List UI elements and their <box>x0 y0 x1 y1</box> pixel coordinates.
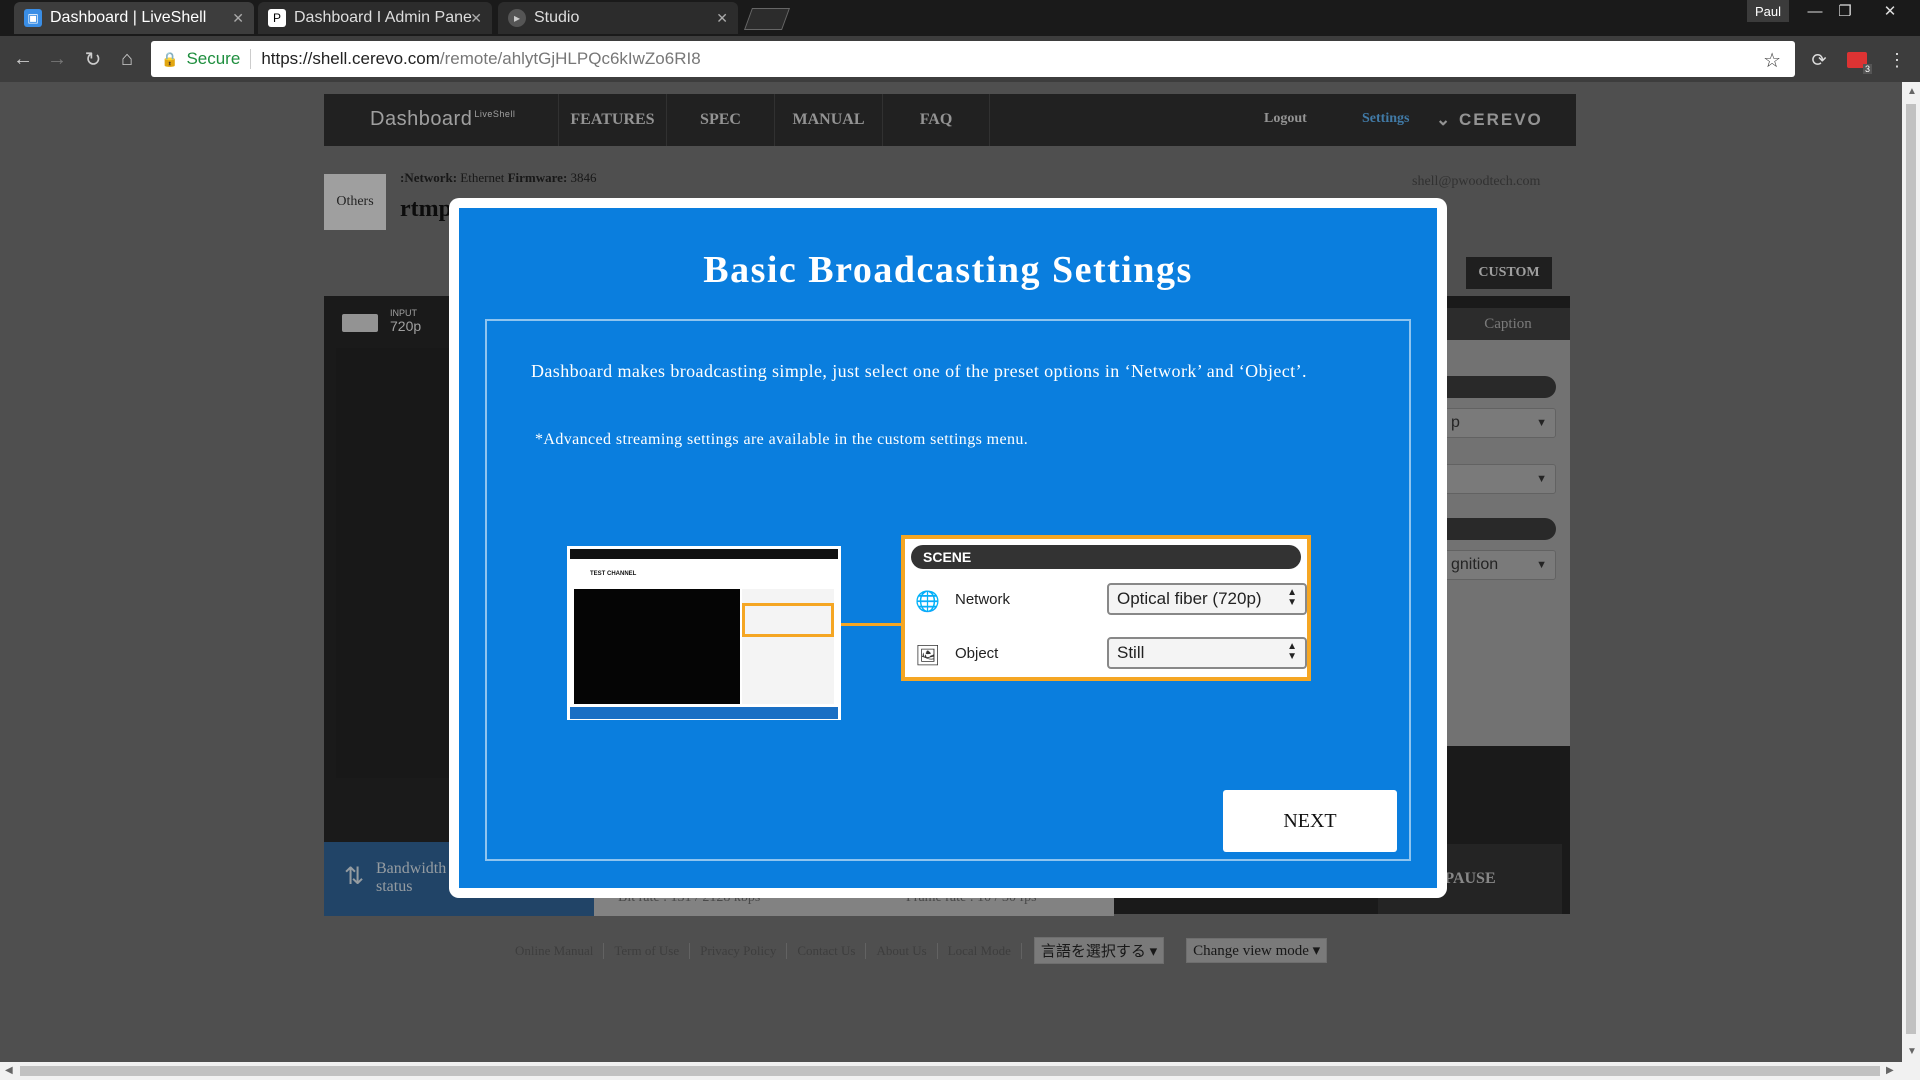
close-tab-icon[interactable]: ✕ <box>716 10 728 27</box>
minimize-icon[interactable]: — <box>1800 0 1830 22</box>
tab-title: Dashboard I Admin Pane <box>294 9 472 26</box>
tab-studio[interactable]: ▸ Studio ✕ <box>498 2 738 34</box>
scroll-up-icon[interactable]: ▲ <box>1907 86 1917 97</box>
modal-description: Dashboard makes broadcasting simple, jus… <box>531 361 1307 381</box>
address-bar[interactable]: 🔒 Secure https://shell.cerevo.com /remot… <box>151 41 1795 77</box>
updown-caret-icon: ▲ ▼ <box>1287 587 1297 608</box>
scroll-right-icon[interactable]: ▶ <box>1886 1065 1894 1076</box>
tab-title: Studio <box>534 9 580 26</box>
globe-icon: 🌐 <box>915 591 940 613</box>
scene-header: SCENE <box>911 545 1301 569</box>
next-button[interactable]: NEXT <box>1223 790 1397 852</box>
liveshell-favicon-icon: ▣ <box>24 9 42 27</box>
back-icon[interactable]: ← <box>10 46 36 72</box>
extension-badge: 3 <box>1862 64 1872 74</box>
new-tab-button[interactable] <box>743 8 791 30</box>
object-row: 🖼 Object Still ▲ ▼ <box>915 637 1307 671</box>
scene-callout: SCENE 🌐 Network Optical fiber (720p) ▲ ▼ … <box>901 535 1311 681</box>
thumb-video <box>574 589 740 704</box>
network-preset-select: Optical fiber (720p) ▲ ▼ <box>1107 583 1307 615</box>
modal-content-frame: Dashboard makes broadcasting simple, jus… <box>485 319 1411 861</box>
bookmark-star-icon[interactable]: ☆ <box>1763 48 1781 73</box>
tab-dashboard-liveshell[interactable]: ▣ Dashboard | LiveShell ✕ <box>14 2 254 34</box>
close-tab-icon[interactable]: ✕ <box>232 10 244 27</box>
lock-icon: 🔒 <box>161 50 179 67</box>
reload-icon[interactable]: ↻ <box>80 46 106 72</box>
network-row: 🌐 Network Optical fiber (720p) ▲ ▼ <box>915 583 1307 617</box>
scroll-down-icon[interactable]: ▼ <box>1907 1046 1917 1057</box>
home-icon[interactable]: ⌂ <box>114 46 140 72</box>
updown-caret-icon: ▲ ▼ <box>1287 641 1297 662</box>
tab-title: Dashboard | LiveShell <box>50 9 207 26</box>
thumb-title: TEST CHANNEL <box>590 571 637 577</box>
mail-extension-icon[interactable]: 3 <box>1844 48 1872 74</box>
close-tab-icon[interactable]: ✕ <box>470 10 482 27</box>
object-preset-select: Still ▲ ▼ <box>1107 637 1307 669</box>
scrollbar-thumb[interactable] <box>20 1066 1880 1076</box>
dashboard-screenshot-thumbnail: TEST CHANNEL <box>567 546 841 720</box>
sync-extension-icon[interactable]: ⟳ <box>1806 48 1832 72</box>
admin-favicon-icon: P <box>268 9 286 27</box>
modal-body: Basic Broadcasting Settings Dashboard ma… <box>459 208 1437 888</box>
studio-favicon-icon: ▸ <box>508 9 526 27</box>
url-host: https://shell.cerevo.com <box>261 49 440 68</box>
scrollbar-thumb[interactable] <box>1906 104 1916 1034</box>
url-path: /remote/ahlytGjHLPQc6kIwZo6RI8 <box>439 49 701 68</box>
modal-title: Basic Broadcasting Settings <box>703 249 1193 291</box>
vertical-scrollbar[interactable]: ▲ ▼ <box>1902 82 1920 1062</box>
object-preset-value: Still <box>1117 643 1145 662</box>
tab-admin-panel[interactable]: P Dashboard I Admin Pane ✕ <box>258 2 492 34</box>
browser-toolbar: ← → ↻ ⌂ 🔒 Secure https://shell.cerevo.co… <box>0 36 1920 82</box>
network-label: Network <box>955 591 1011 608</box>
modal-note: *Advanced streaming settings are availab… <box>535 431 1029 448</box>
close-window-icon[interactable]: ✕ <box>1875 0 1905 22</box>
divider <box>250 49 252 69</box>
forward-icon[interactable]: → <box>44 46 70 72</box>
scroll-left-icon[interactable]: ◀ <box>5 1065 13 1076</box>
thumb-status-bar <box>570 707 838 719</box>
restore-icon[interactable]: ❐ <box>1830 0 1860 22</box>
image-icon: 🖼 <box>915 645 941 667</box>
onboarding-modal: Basic Broadcasting Settings Dashboard ma… <box>449 198 1447 898</box>
profile-button[interactable]: Paul <box>1747 0 1789 22</box>
thumb-navbar <box>570 549 838 559</box>
menu-kebab-icon[interactable]: ⋮ <box>1884 48 1910 72</box>
network-preset-value: Optical fiber (720p) <box>1117 589 1262 608</box>
object-label: Object <box>955 645 999 662</box>
horizontal-scrollbar[interactable]: ◀ ▶ <box>0 1062 1920 1080</box>
highlight-connector <box>841 623 901 626</box>
security-label: Secure <box>186 49 241 68</box>
thumb-highlight <box>742 603 834 637</box>
